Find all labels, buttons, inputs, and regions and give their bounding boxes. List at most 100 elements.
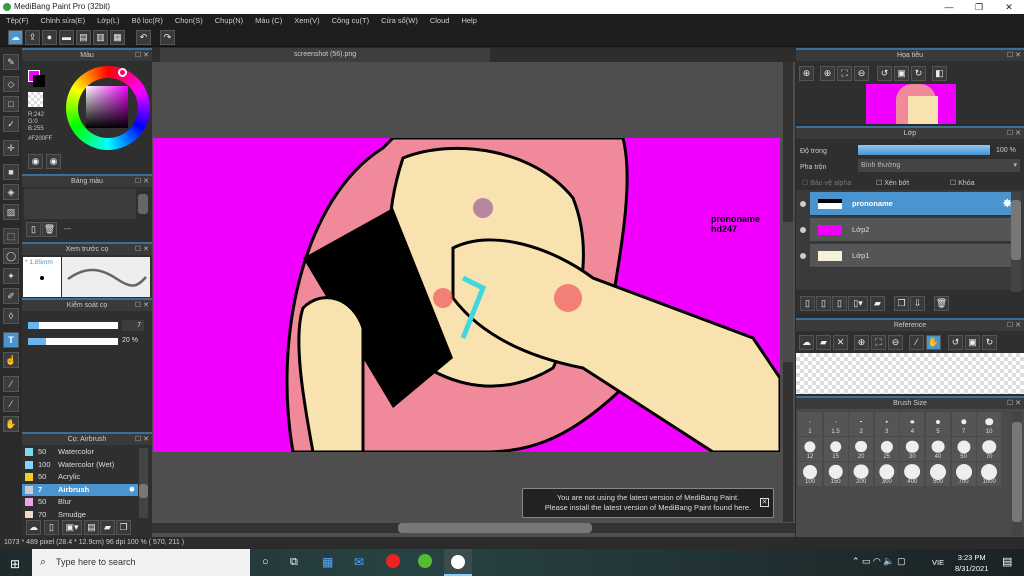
menu-item[interactable]: Lớp(L) [91, 14, 125, 28]
bucket-tool-icon[interactable]: ◈ [3, 184, 19, 200]
new-palette-icon[interactable]: ▯ [26, 222, 41, 237]
brush-list-item[interactable]: 50 Acrylic [22, 471, 138, 483]
rotate-right-icon[interactable]: ↻ [911, 66, 926, 81]
page-manager-icon[interactable]: ▥ [93, 30, 108, 45]
brush-size-option[interactable]: 15 [823, 437, 848, 461]
palette-scrollbar[interactable] [138, 194, 148, 214]
palette-icon[interactable]: ◉ [28, 154, 43, 169]
zoom-fit-icon[interactable]: ⊕ [799, 66, 814, 81]
undo-button[interactable]: ↶ [136, 30, 151, 45]
opera-icon[interactable] [386, 554, 400, 568]
mail-icon[interactable]: ✉ [354, 555, 364, 569]
brush-size-option[interactable]: 7 [951, 412, 976, 436]
cortana-icon[interactable]: ○ [262, 556, 269, 568]
hue-handle[interactable] [118, 68, 127, 77]
ref-eyedropper-icon[interactable]: ⁄ [909, 335, 924, 350]
transparent-color-swatch[interactable] [28, 92, 43, 107]
close-icon[interactable]: ☐ ✕ [1007, 128, 1021, 139]
brush-size-option[interactable]: 1000 [977, 462, 1002, 486]
menu-item[interactable]: Chọn(S) [169, 14, 209, 28]
brush-opacity-slider[interactable] [28, 338, 118, 345]
artwork-canvas[interactable]: prononame hd247 [153, 138, 780, 452]
lock-checkbox[interactable]: ☐ Khóa [950, 179, 975, 187]
dot-tool-icon[interactable]: ✓ [3, 116, 19, 132]
eyedropper-tool-icon[interactable]: ⁄ [3, 376, 19, 392]
ref-rotate-left-icon[interactable]: ↺ [948, 335, 963, 350]
folder-icon[interactable]: ▰ [100, 520, 115, 535]
reset-rotation-icon[interactable]: ▣ [894, 66, 909, 81]
brush-size-option[interactable]: 150 [823, 462, 848, 486]
brush-size-option[interactable]: 25 [874, 437, 899, 461]
layer-opacity-slider[interactable] [858, 145, 990, 155]
taskbar-search-input[interactable]: ⌕ Type here to search [32, 549, 250, 576]
brush-settings-icon[interactable]: ▤ [84, 520, 99, 535]
cloud-icon[interactable]: ☁ [8, 30, 23, 45]
upload-icon[interactable]: ⇪ [25, 30, 40, 45]
ref-hand-icon[interactable]: ✋ [926, 335, 941, 350]
lasso-tool-icon[interactable]: ◯ [3, 248, 19, 264]
gear-icon[interactable]: ✸ [129, 484, 135, 496]
close-icon[interactable]: ☐ ✕ [1007, 398, 1021, 409]
page-icon[interactable]: ▤ [76, 30, 91, 45]
zoom-out-icon[interactable]: ⊖ [854, 66, 869, 81]
maximize-button[interactable]: ❐ [964, 0, 994, 14]
close-icon[interactable]: ☐ ✕ [135, 50, 149, 61]
navigator-thumbnail[interactable] [866, 84, 956, 124]
menu-item[interactable]: Chụp(N) [209, 14, 249, 28]
delete-palette-icon[interactable]: 🗑 [42, 222, 57, 237]
ref-fit-icon[interactable]: ⛶ [871, 335, 886, 350]
brush-size-option[interactable]: 1 [798, 412, 822, 436]
brush-size-option[interactable]: 300 [874, 462, 899, 486]
rectangle-tool-icon[interactable]: □ [3, 96, 19, 112]
blend-mode-select[interactable]: Bình thường ▾ [858, 159, 1020, 172]
close-icon[interactable]: ☐ ✕ [135, 244, 149, 255]
select-tool-icon[interactable]: ⬚ [3, 228, 19, 244]
brush-list-item[interactable]: 50 Watercolor [22, 446, 138, 458]
ref-reset-icon[interactable]: ▣ [965, 335, 980, 350]
brush-size-option[interactable]: 70 [977, 437, 1002, 461]
fit-window-icon[interactable]: ⛶ [837, 66, 852, 81]
brush-size-slider[interactable] [28, 322, 118, 329]
brush-size-value[interactable]: 7 [122, 320, 144, 331]
brush-size-scrollbar[interactable] [1012, 412, 1022, 536]
brush-size-option[interactable]: 10 [977, 412, 1002, 436]
add-brush-cloud-icon[interactable]: ☁ [26, 520, 41, 535]
move-tool-icon[interactable]: ✛ [3, 140, 19, 156]
grid-icon[interactable]: ▦ [110, 30, 125, 45]
palette-swatch-area[interactable] [24, 189, 136, 219]
brush-size-option[interactable]: 500 [926, 462, 950, 486]
select-pen-icon[interactable]: ✐ [3, 288, 19, 304]
brush-size-option[interactable]: 1.5 [823, 412, 848, 436]
folder-layer-icon[interactable]: ▰ [870, 296, 885, 311]
brush-size-option[interactable]: 30 [900, 437, 925, 461]
new-layer-icon[interactable]: ▯ [800, 296, 815, 311]
brush-size-option[interactable]: 5 [926, 412, 950, 436]
brush-size-option[interactable]: 200 [849, 462, 874, 486]
brush-list-item[interactable]: 100 Watercolor (Wet) [22, 459, 138, 471]
close-button[interactable]: ✕ [994, 0, 1024, 14]
layer-scrollbar[interactable] [1011, 192, 1021, 292]
close-icon[interactable]: ☐ ✕ [1007, 50, 1021, 61]
ref-zoom-in-icon[interactable]: ⊕ [854, 335, 869, 350]
brush-size-option[interactable]: 2 [849, 412, 874, 436]
message-icon[interactable]: ▬ [59, 30, 74, 45]
hue-wheel[interactable] [66, 66, 150, 150]
brush-tool-icon[interactable]: ✎ [3, 54, 19, 70]
duplicate-layer-icon[interactable]: ❐ [894, 296, 909, 311]
layer-row[interactable]: prononame ✸ [800, 192, 1016, 216]
merge-down-icon[interactable]: ⇩ [910, 296, 925, 311]
ref-open-icon[interactable]: ▰ [816, 335, 831, 350]
horizontal-scrollbar[interactable] [152, 523, 795, 533]
select-eraser-icon[interactable]: ◊ [3, 308, 19, 324]
menu-item[interactable]: Công cụ(T) [326, 14, 376, 28]
brush-list-scrollbar[interactable] [139, 448, 148, 518]
delete-layer-icon[interactable]: 🗑 [934, 296, 949, 311]
clipping-checkbox[interactable]: ☐ Xén bớt [876, 179, 909, 187]
brush-list-item[interactable]: 50 Blur [22, 496, 138, 508]
close-icon[interactable]: ☐ ✕ [135, 300, 149, 311]
rotate-left-icon[interactable]: ↺ [877, 66, 892, 81]
brush-size-option[interactable]: 4 [900, 412, 925, 436]
ref-zoom-out-icon[interactable]: ⊖ [888, 335, 903, 350]
minimize-button[interactable]: — [934, 0, 964, 14]
menu-item[interactable]: Tệp(F) [0, 14, 35, 28]
